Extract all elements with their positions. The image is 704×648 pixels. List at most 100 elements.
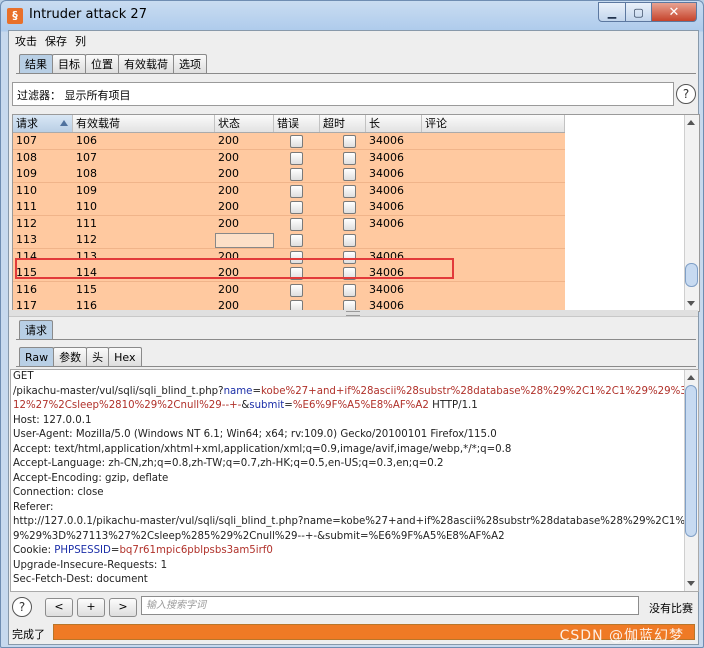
column-request[interactable]: 请求	[13, 115, 73, 132]
table-row[interactable]: 107 106 200 34006	[13, 133, 565, 150]
table-row[interactable]: 111 110 200 34006	[13, 199, 565, 216]
close-icon: ✕	[668, 4, 680, 20]
status-text: 完成了	[12, 628, 45, 641]
header-user-agent: User-Agent: Mozilla/5.0 (Windows NT 6.1;…	[13, 429, 497, 440]
filter-help-icon[interactable]: ?	[676, 84, 696, 104]
editor-scroll-down-icon[interactable]	[687, 581, 695, 586]
table-scroll-thumb[interactable]	[685, 263, 698, 287]
tab-positions[interactable]: 位置	[85, 54, 119, 74]
pane-splitter[interactable]	[9, 310, 698, 317]
cell-request: 113	[16, 233, 37, 246]
scroll-down-arrow-icon[interactable]	[687, 301, 695, 306]
header-referer-url: http://127.0.0.1/pikachu-master/vul/sqli…	[13, 516, 699, 527]
search-add-button[interactable]: +	[77, 598, 105, 617]
table-row[interactable]: 112 111 200 34006	[13, 215, 565, 233]
timeout-checkbox[interactable]	[343, 135, 356, 148]
editor-scroll-up-icon[interactable]	[687, 375, 695, 380]
table-row[interactable]: 115 114 200 34006	[13, 265, 565, 282]
table-header: 请求 有效载荷 状态 错误 超时 长 评论	[13, 115, 565, 133]
timeout-checkbox[interactable]	[343, 217, 356, 231]
error-checkbox[interactable]	[290, 151, 303, 165]
maximize-button[interactable]: ▢	[626, 2, 652, 22]
cell-request: 116	[16, 282, 37, 296]
column-error[interactable]: 错误	[274, 115, 320, 132]
cell-status: 200	[218, 266, 239, 279]
table-row[interactable]: 113 112	[13, 232, 565, 249]
request-editor[interactable]: GET /pikachu-master/vul/sqli/sqli_blind_…	[10, 369, 699, 592]
timeout-checkbox[interactable]	[343, 201, 356, 214]
param-key-submit: submit	[249, 400, 285, 411]
menu-attack[interactable]: 攻击	[15, 33, 37, 49]
request-line-method: GET	[13, 371, 34, 382]
tab-payloads[interactable]: 有效载荷	[118, 54, 174, 74]
error-checkbox[interactable]	[290, 135, 303, 148]
tab-raw[interactable]: Raw	[19, 347, 55, 367]
cell-comment	[422, 134, 425, 148]
column-payload[interactable]: 有效载荷	[73, 115, 215, 132]
error-checkbox[interactable]	[290, 201, 303, 214]
minimize-icon: ▁	[607, 5, 617, 19]
cell-length: 34006	[369, 282, 404, 296]
error-checkbox[interactable]	[290, 267, 303, 280]
search-help-icon[interactable]: ?	[12, 597, 32, 617]
tab-target[interactable]: 目标	[52, 54, 86, 74]
search-prev-button[interactable]: <	[45, 598, 73, 617]
scroll-up-arrow-icon[interactable]	[687, 120, 695, 125]
menu-columns[interactable]: 列	[75, 33, 86, 49]
table-scrollbar[interactable]	[684, 115, 699, 311]
column-comment[interactable]: 评论	[422, 115, 565, 132]
editor-scroll-thumb[interactable]	[685, 385, 697, 537]
column-timeout[interactable]: 超时	[320, 115, 366, 132]
tab-params[interactable]: 参数	[53, 347, 88, 367]
error-checkbox[interactable]	[290, 168, 303, 181]
timeout-checkbox[interactable]	[343, 267, 356, 280]
search-next-button[interactable]: >	[109, 598, 137, 617]
error-checkbox[interactable]	[290, 250, 303, 264]
cell-length: 34006	[369, 266, 404, 279]
menu-save[interactable]: 保存	[45, 33, 67, 49]
timeout-checkbox[interactable]	[343, 168, 356, 181]
client-area: 攻击 保存 列 结果 目标 位置 有效载荷 选项 过滤器： 显示所有项目 ? 请…	[8, 30, 700, 645]
cell-request: 112	[16, 216, 37, 230]
table-row[interactable]: 109 108 200 34006	[13, 166, 565, 183]
timeout-checkbox[interactable]	[343, 184, 356, 198]
tab-request[interactable]: 请求	[19, 320, 53, 340]
table-row[interactable]: 108 107 200 34006	[13, 149, 565, 167]
timeout-checkbox[interactable]	[343, 250, 356, 264]
tab-options[interactable]: 选项	[173, 54, 207, 74]
search-input[interactable]	[141, 596, 639, 615]
search-match-count: 没有比赛	[649, 602, 693, 615]
cell-status: 200	[218, 167, 239, 180]
tab-headers[interactable]: 头	[86, 347, 110, 367]
tab-results[interactable]: 结果	[19, 54, 53, 74]
editor-scrollbar[interactable]	[684, 370, 698, 591]
timeout-checkbox[interactable]	[343, 283, 356, 297]
title-bar[interactable]: § Intruder attack 27 ▁ ▢ ✕	[1, 1, 703, 29]
error-checkbox[interactable]	[290, 217, 303, 231]
minimize-button[interactable]: ▁	[598, 2, 626, 22]
timeout-checkbox[interactable]	[343, 151, 356, 165]
cell-payload: 114	[76, 266, 97, 279]
intruder-window: § Intruder attack 27 ▁ ▢ ✕ 攻击 保存 列 结果 目标…	[0, 0, 704, 648]
cell-payload: 107	[76, 150, 97, 164]
error-checkbox[interactable]	[290, 234, 303, 247]
filter-bar[interactable]: 过滤器： 显示所有项目	[12, 82, 674, 106]
close-button[interactable]: ✕	[652, 2, 697, 22]
error-checkbox[interactable]	[290, 283, 303, 297]
cell-length: 34006	[369, 134, 404, 147]
table-row[interactable]: 116 115 200 34006	[13, 281, 565, 299]
timeout-checkbox[interactable]	[343, 234, 356, 247]
tab-divider	[16, 73, 696, 74]
cell-comment	[422, 200, 425, 214]
table-row[interactable]: 114 113 200 34006	[13, 248, 565, 266]
cell-comment	[422, 283, 425, 297]
search-bar: ? < + > 没有比赛	[9, 594, 698, 618]
tab-hex[interactable]: Hex	[108, 347, 142, 367]
cell-request: 107	[16, 134, 37, 147]
cell-length: 34006	[369, 249, 404, 263]
table-row[interactable]: 110 109 200 34006	[13, 182, 565, 200]
cell-status-selected[interactable]	[215, 233, 274, 248]
column-length[interactable]: 长	[366, 115, 422, 132]
column-status[interactable]: 状态	[215, 115, 274, 132]
error-checkbox[interactable]	[290, 184, 303, 198]
